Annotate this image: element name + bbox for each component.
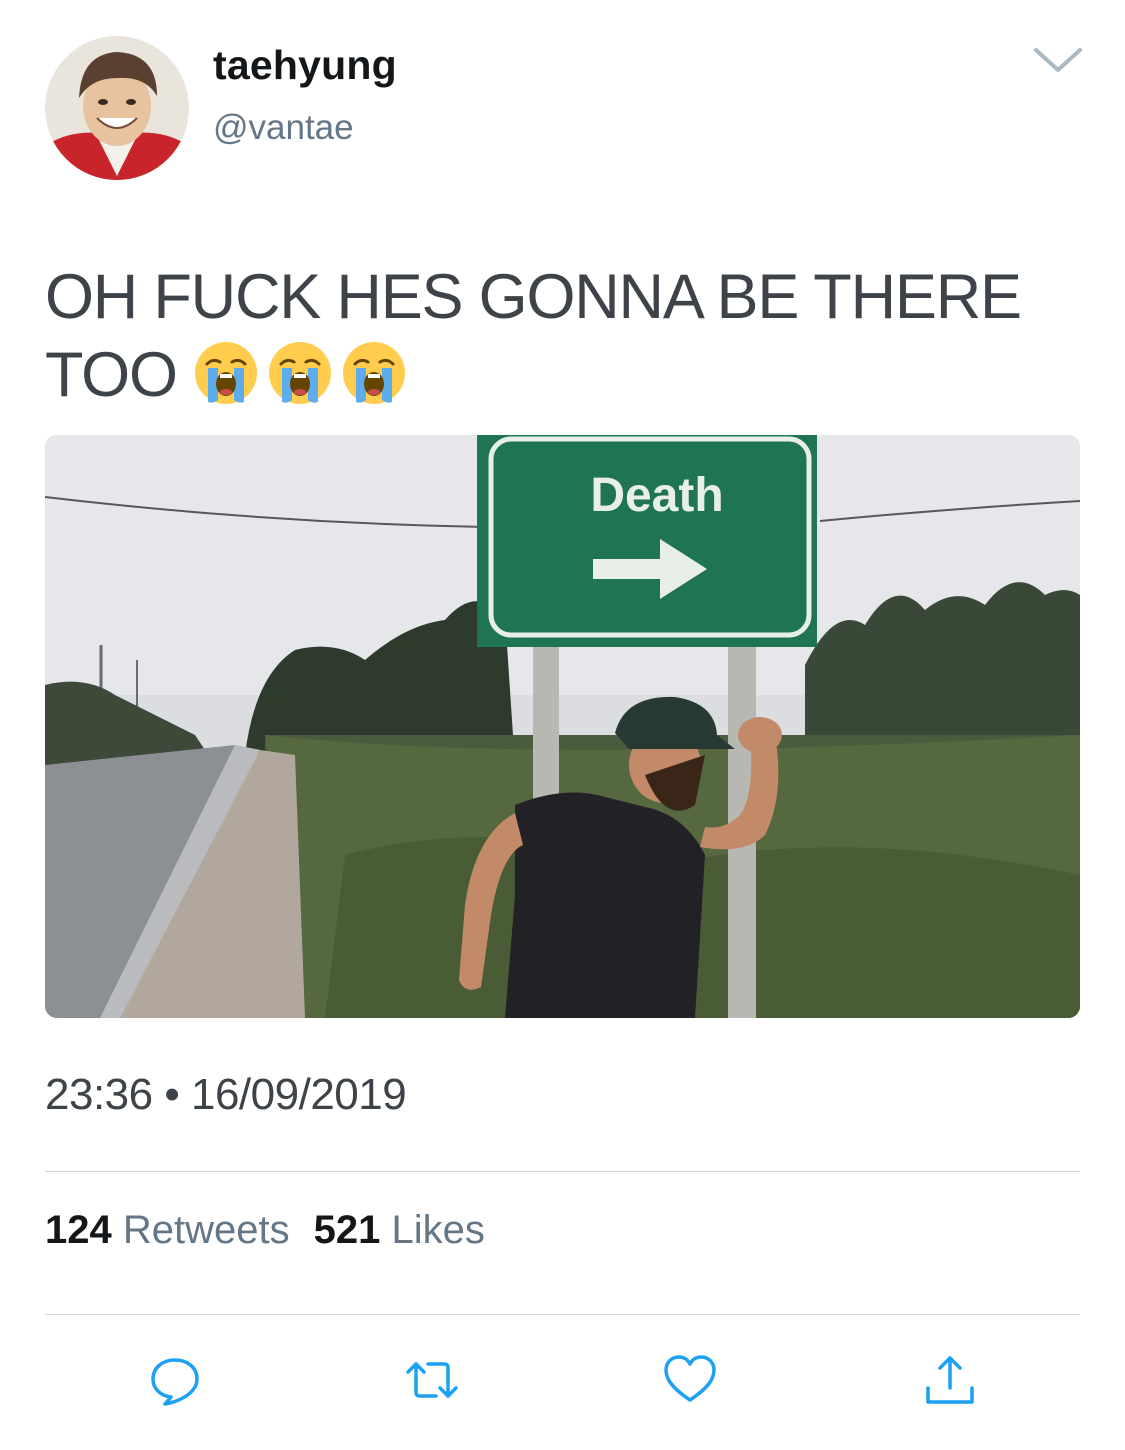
loudly-crying-face-icon (194, 342, 257, 404)
divider (45, 1171, 1080, 1172)
tweet-text-content: OH FUCK HES GONNA BE THERE TOO (45, 262, 1022, 410)
likes-label: Likes (391, 1208, 485, 1252)
reply-icon[interactable] (147, 1352, 203, 1408)
avatar-photo (45, 36, 189, 180)
share-icon[interactable] (922, 1352, 978, 1408)
retweets-count: 124 (45, 1208, 112, 1252)
tweet-timestamp[interactable]: 23:36 • 16/09/2019 (45, 1070, 407, 1120)
likes-stat[interactable]: 521 Likes (314, 1208, 485, 1252)
loudly-crying-face-icon (342, 342, 405, 404)
retweet-icon[interactable] (404, 1352, 460, 1408)
tweet-media[interactable]: Death (45, 435, 1080, 1018)
author-display-name[interactable]: taehyung (213, 42, 397, 89)
sign-text: Death (590, 469, 723, 522)
divider (45, 1314, 1080, 1315)
like-icon[interactable] (662, 1352, 718, 1408)
retweets-stat[interactable]: 124 Retweets (45, 1208, 290, 1252)
media-photo: Death (45, 435, 1080, 1018)
tweet-text: OH FUCK HES GONNA BE THERE TOO (45, 258, 1085, 414)
timestamp-separator: • (164, 1070, 180, 1119)
author-handle[interactable]: @vantae (213, 108, 354, 148)
retweets-label: Retweets (122, 1208, 290, 1252)
avatar[interactable] (45, 36, 189, 180)
loudly-crying-face-icon (268, 342, 331, 404)
chevron-down-icon[interactable] (1030, 40, 1086, 80)
tweet-date: 16/09/2019 (190, 1070, 407, 1119)
likes-count: 521 (313, 1208, 381, 1252)
tweet-time: 23:36 (45, 1070, 153, 1119)
tweet-stats: 124 Retweets 521 Likes (45, 1208, 485, 1253)
